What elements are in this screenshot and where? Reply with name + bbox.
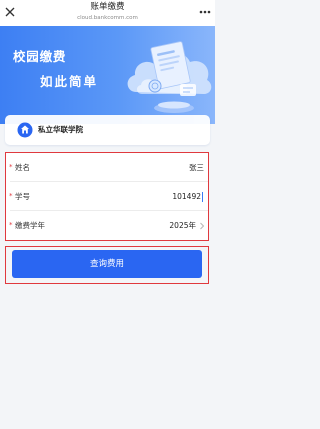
name-field-row[interactable]: * 姓名 张三 [6,153,208,182]
hero-title: 校园缴费 [13,49,67,64]
hero-subtitle: 如此简单 [40,74,99,89]
student-id-field-row[interactable]: * 学号 101492 [6,182,208,211]
year-label: 缴费学年 [15,221,45,230]
school-card: 私立华联学院 [5,115,210,145]
text-cursor [202,192,203,202]
school-logo-icon [17,122,33,138]
year-field-row[interactable]: * 缴费学年 2025年 [6,211,208,240]
student-info-form: * 姓名 张三 * 学号 101492 * 缴费学年 2025年 [5,152,209,241]
required-mark: * [9,221,13,229]
page-title: 账单缴费 [90,2,125,12]
student-id-input[interactable]: 101492 [172,192,201,201]
chevron-right-icon [200,222,205,230]
year-select[interactable]: 2025年 [169,221,196,230]
required-mark: * [9,163,13,171]
school-name: 私立华联学院 [38,125,83,134]
title-bar: 账单缴费 cloud.bankcomm.com [0,0,215,26]
cloud-bill-illustration [127,41,212,113]
student-id-label: 学号 [15,192,30,201]
query-fees-button[interactable]: 查询费用 [12,250,202,278]
page-domain: cloud.bankcomm.com [77,15,138,21]
hero-banner: 校园缴费 如此简单 [0,26,215,124]
name-label: 姓名 [15,163,30,172]
required-mark: * [9,192,13,200]
more-dots-icon[interactable] [198,5,212,19]
query-button-frame: 查询费用 [5,246,209,284]
name-input[interactable]: 张三 [189,163,204,172]
app-screen: 账单缴费 cloud.bankcomm.com 校园缴费 如此简单 私立华联学院… [0,0,215,429]
